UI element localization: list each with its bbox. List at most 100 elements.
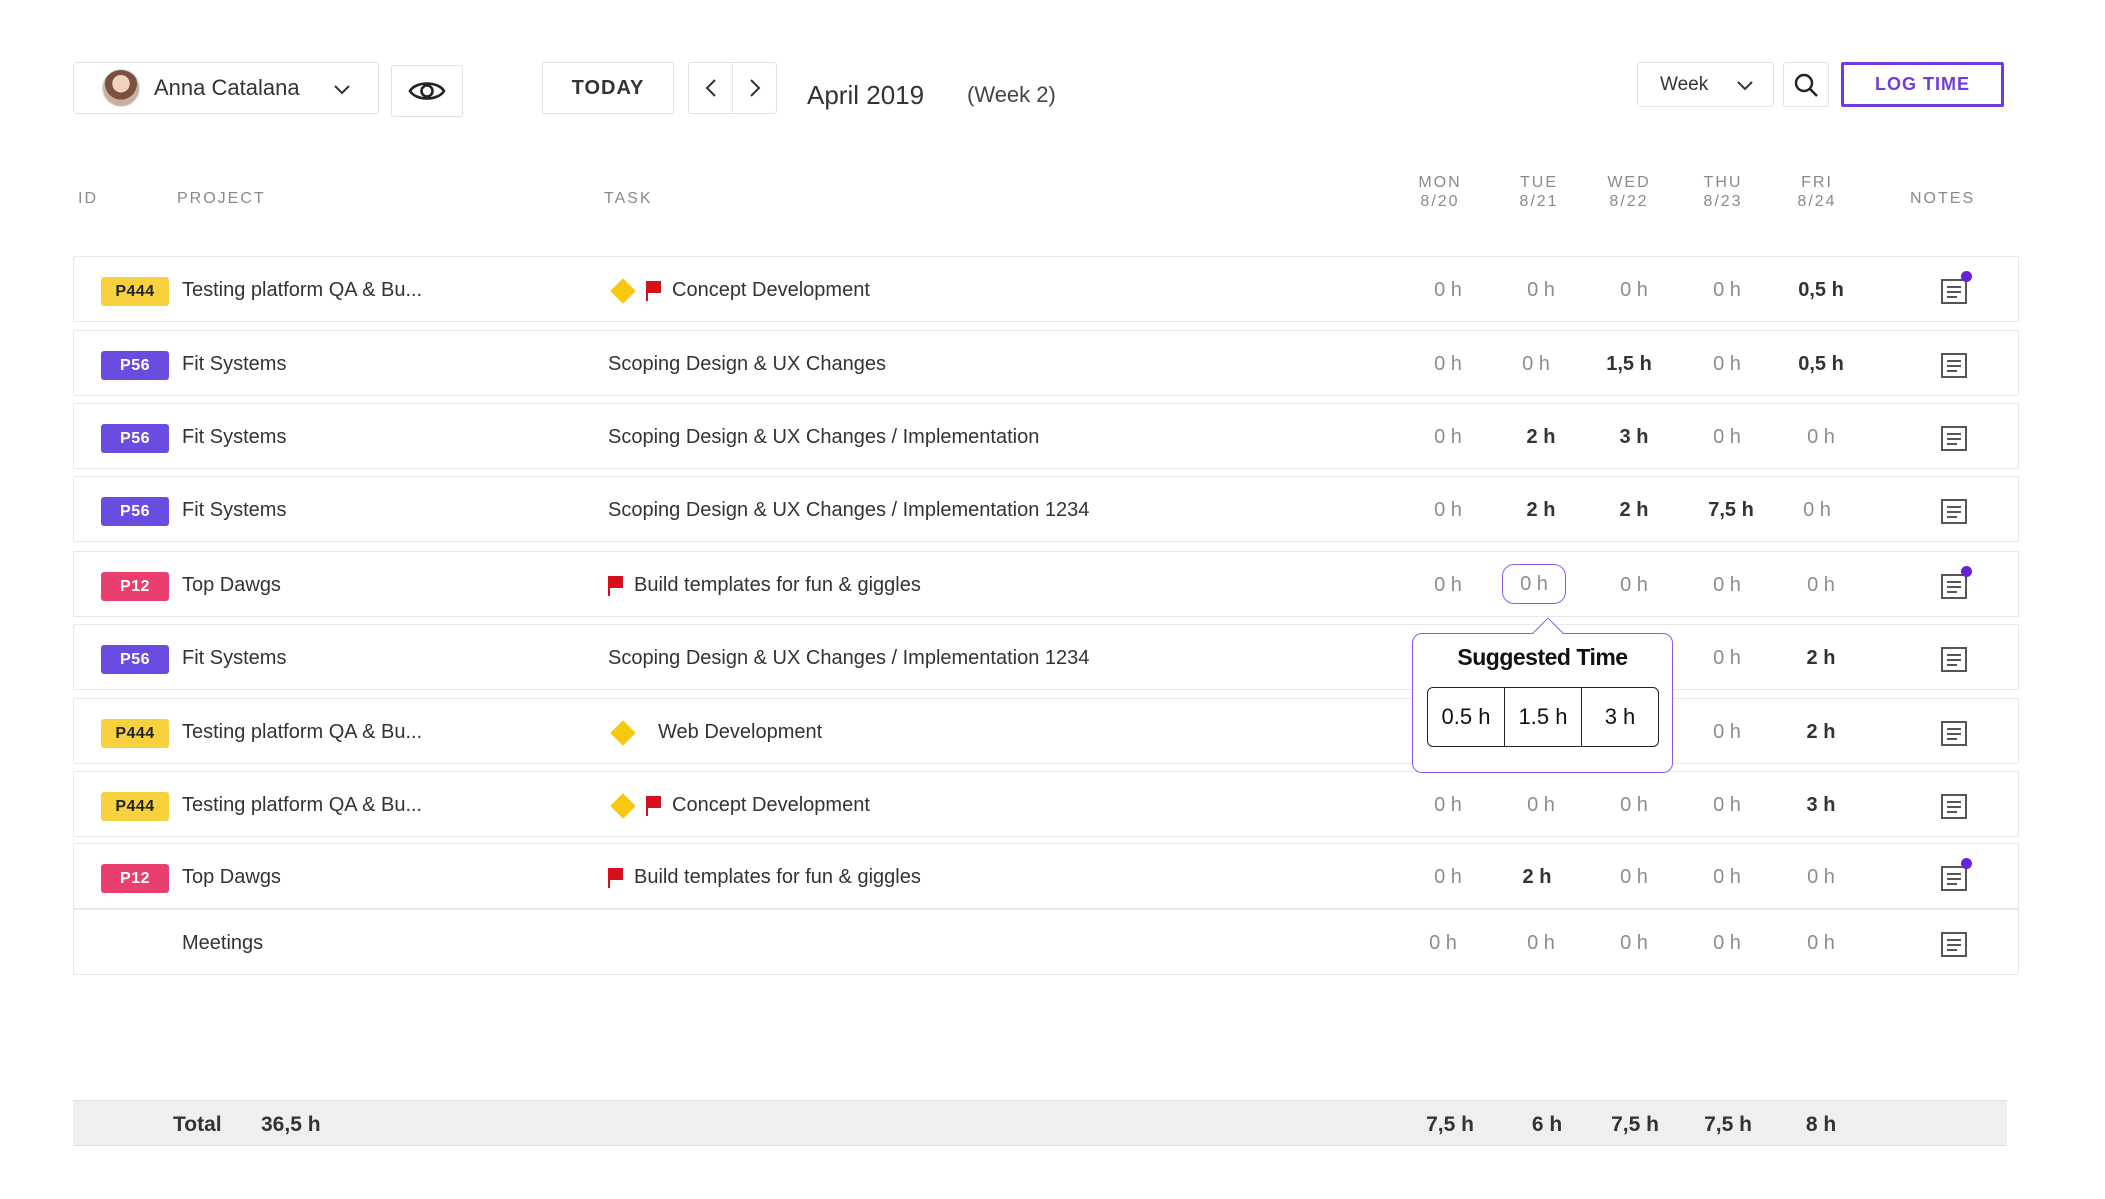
previous-week-button[interactable] xyxy=(688,62,733,114)
task-name: Build templates for fun & giggles xyxy=(634,866,921,888)
hours-cell-fri[interactable]: 0,5 h xyxy=(1786,279,1856,302)
project-id-badge: P56 xyxy=(101,424,169,453)
notes-icon[interactable] xyxy=(1940,930,1968,958)
day-name: THU xyxy=(1703,174,1743,191)
chevron-left-icon xyxy=(705,79,716,97)
total-wed: 7,5 h xyxy=(1611,1113,1659,1136)
notes-icon[interactable] xyxy=(1940,424,1968,452)
task-name: Scoping Design & UX Changes / Implementa… xyxy=(608,499,1090,521)
total-bar: Total 36,5 h 7,5 h 6 h 7,5 h 7,5 h 8 h xyxy=(73,1100,2007,1146)
table-row[interactable]: P56 Fit Systems Scoping Design & UX Chan… xyxy=(73,330,2019,396)
hours-cell-wed[interactable]: 0 h xyxy=(1599,574,1669,597)
day-date: 8/21 xyxy=(1519,193,1559,210)
hours-cell-thu[interactable]: 0 h xyxy=(1692,794,1762,817)
notes-icon[interactable] xyxy=(1940,645,1968,673)
table-row[interactable]: P12 Top Dawgs Build templates for fun & … xyxy=(73,843,2019,909)
suggested-time-options: 0.5 h 1.5 h 3 h xyxy=(1427,687,1659,747)
notes-icon[interactable] xyxy=(1940,719,1968,747)
hours-cell-thu[interactable]: 0 h xyxy=(1692,866,1762,889)
suggest-option-1-5h[interactable]: 1.5 h xyxy=(1505,688,1582,746)
table-row[interactable]: P444 Testing platform QA & Bu... Concept… xyxy=(73,256,2019,322)
project-id-badge: P444 xyxy=(101,792,169,821)
today-button[interactable]: TODAY xyxy=(542,62,674,114)
eye-icon xyxy=(408,82,446,100)
suggest-option-3h[interactable]: 3 h xyxy=(1582,688,1658,746)
log-time-button[interactable]: LOG TIME xyxy=(1841,62,2004,107)
table-row[interactable]: P56 Fit Systems Scoping Design & UX Chan… xyxy=(73,624,2019,690)
hours-cell-wed[interactable]: 0 h xyxy=(1599,794,1669,817)
notes-icon[interactable] xyxy=(1940,792,1968,820)
next-week-button[interactable] xyxy=(732,62,777,114)
toolbar: Anna Catalana TODAY April 2019 (Week 2) … xyxy=(0,0,2105,140)
task-cell: Scoping Design & UX Changes / Implementa… xyxy=(608,647,1089,670)
hours-cell-tue[interactable]: 2 h xyxy=(1506,426,1576,449)
popover-title: Suggested Time xyxy=(1457,644,1628,670)
table-row[interactable]: P56 Fit Systems Scoping Design & UX Chan… xyxy=(73,476,2019,542)
suggest-option-0-5h[interactable]: 0.5 h xyxy=(1428,688,1505,746)
hours-cell-wed[interactable]: 2 h xyxy=(1599,499,1669,522)
hours-cell-mon[interactable]: 0 h xyxy=(1413,574,1483,597)
hours-cell-thu[interactable]: 0 h xyxy=(1692,279,1762,302)
hours-cell-fri[interactable]: 0 h xyxy=(1782,499,1852,522)
hours-cell-mon[interactable]: 0 h xyxy=(1413,794,1483,817)
notes-icon[interactable] xyxy=(1940,351,1968,379)
hours-cell-fri[interactable]: 0 h xyxy=(1786,866,1856,889)
column-header-task: TASK xyxy=(604,190,653,207)
hours-cell-mon[interactable]: 0 h xyxy=(1413,499,1483,522)
row-notch xyxy=(1987,551,2019,563)
hours-cell-tue[interactable]: 0 h xyxy=(1501,353,1571,376)
search-button[interactable] xyxy=(1783,62,1829,107)
task-name: Concept Development xyxy=(672,794,870,816)
hours-cell-wed[interactable]: 0 h xyxy=(1599,279,1669,302)
hours-cell-mon[interactable]: 0 h xyxy=(1413,866,1483,889)
row-notch xyxy=(1987,624,2019,636)
day-date: 8/22 xyxy=(1609,193,1649,210)
task-name: Scoping Design & UX Changes / Implementa… xyxy=(608,647,1090,669)
hours-cell-tue[interactable]: 0 h xyxy=(1506,279,1576,302)
diamond-icon xyxy=(610,792,636,819)
hours-cell-mon[interactable]: 0 h xyxy=(1413,279,1483,302)
table-row[interactable]: P56 Fit Systems Scoping Design & UX Chan… xyxy=(73,403,2019,469)
hours-cell-wed[interactable]: 3 h xyxy=(1599,426,1669,449)
day-name: FRI xyxy=(1801,174,1833,191)
row-notch xyxy=(1987,698,2019,710)
hours-cell-wed[interactable]: 0 h xyxy=(1599,866,1669,889)
unread-note-indicator xyxy=(1961,566,1972,577)
hours-cell-tue[interactable]: 0 h xyxy=(1506,794,1576,817)
table-row[interactable]: P12 Top Dawgs Build templates for fun & … xyxy=(73,551,2019,617)
hours-cell-thu[interactable]: 0 h xyxy=(1692,426,1762,449)
hours-cell-thu[interactable]: 0 h xyxy=(1692,932,1762,955)
view-select[interactable]: Week xyxy=(1637,62,1774,107)
hours-cell-mon[interactable]: 0 h xyxy=(1408,932,1478,955)
table-row[interactable]: P444 Testing platform QA & Bu... Concept… xyxy=(73,771,2019,837)
hours-cell-thu[interactable]: 7,5 h xyxy=(1696,499,1766,522)
hours-cell-fri[interactable]: 3 h xyxy=(1786,794,1856,817)
hours-cell-fri[interactable]: 0 h xyxy=(1786,426,1856,449)
hours-cell-wed[interactable]: 1,5 h xyxy=(1594,353,1664,376)
hours-cell-thu[interactable]: 0 h xyxy=(1692,721,1762,744)
hours-cell-thu[interactable]: 0 h xyxy=(1692,353,1762,376)
hours-cell-fri[interactable]: 2 h xyxy=(1786,647,1856,670)
hours-cell-mon[interactable]: 0 h xyxy=(1413,353,1483,376)
hours-cell-tue[interactable]: 2 h xyxy=(1502,866,1572,889)
visibility-toggle-button[interactable] xyxy=(391,65,463,117)
user-select[interactable]: Anna Catalana xyxy=(73,62,379,114)
notes-icon[interactable] xyxy=(1940,497,1968,525)
hours-cell-fri[interactable]: 2 h xyxy=(1786,721,1856,744)
hours-cell-tue[interactable]: 0 h xyxy=(1506,932,1576,955)
hours-cell-fri[interactable]: 0,5 h xyxy=(1786,353,1856,376)
day-name: TUE xyxy=(1520,174,1558,191)
hours-cell-thu[interactable]: 0 h xyxy=(1692,574,1762,597)
hours-cell-tue[interactable]: 2 h xyxy=(1506,499,1576,522)
user-name: Anna Catalana xyxy=(154,75,300,100)
hours-cell-fri[interactable]: 0 h xyxy=(1786,574,1856,597)
hours-cell-thu[interactable]: 0 h xyxy=(1692,647,1762,670)
hours-cell-tue-selected[interactable]: 0 h xyxy=(1502,564,1566,604)
hours-cell-fri[interactable]: 0 h xyxy=(1786,932,1856,955)
project-id-badge: P56 xyxy=(101,351,169,380)
table-row[interactable]: P444 Testing platform QA & Bu... Web Dev… xyxy=(73,698,2019,764)
total-thu: 7,5 h xyxy=(1704,1113,1752,1136)
hours-cell-mon[interactable]: 0 h xyxy=(1413,426,1483,449)
table-row[interactable]: Meetings 0 h 0 h 0 h 0 h 0 h xyxy=(73,909,2019,975)
hours-cell-wed[interactable]: 0 h xyxy=(1599,932,1669,955)
